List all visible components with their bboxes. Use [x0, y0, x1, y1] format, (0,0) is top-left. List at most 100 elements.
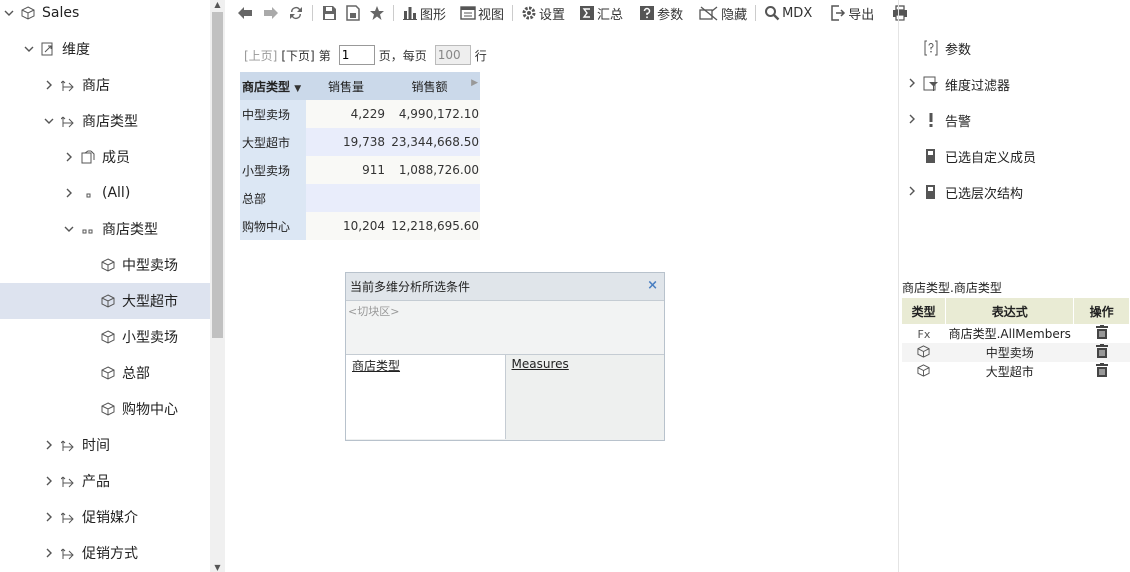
qty-cell: 19,738 — [306, 128, 386, 156]
tree-node-promo-type[interactable]: 促销方式 — [0, 535, 210, 571]
close-icon[interactable]: × — [647, 278, 658, 293]
chevron-right-icon[interactable] — [42, 474, 56, 488]
tree-node-members[interactable]: 成员 — [0, 139, 210, 175]
column-header: 操作 — [1073, 298, 1130, 324]
tree-node-store-type[interactable]: 商店类型 — [0, 103, 210, 139]
rows-axis-item[interactable]: 商店类型 — [352, 359, 400, 373]
panel-item-label: 告警 — [945, 114, 972, 130]
tree-node-store[interactable]: 商店 — [0, 67, 210, 103]
member-box-icon — [80, 149, 96, 165]
amount-cell: 1,088,726.00 — [386, 156, 480, 184]
panel-item-hierarchies[interactable]: 已选层次结构 — [900, 174, 1130, 210]
row-header-cell[interactable]: 商店类型 ▼ — [240, 72, 306, 100]
row-member-cell[interactable]: 小型卖场 — [240, 156, 306, 184]
settings-button[interactable]: 设置 — [517, 1, 569, 25]
panel-item-alert[interactable]: 告警 — [900, 102, 1130, 138]
tree-node-label: 促销方式 — [82, 546, 138, 562]
trash-icon[interactable] — [1095, 344, 1109, 358]
panel-item-dim-filter[interactable]: 维度过滤器 — [900, 66, 1130, 102]
chevron-right-icon[interactable] — [904, 113, 920, 127]
summary-button[interactable]: 汇总 — [575, 1, 627, 25]
next-page-link[interactable]: [下页] — [281, 47, 314, 64]
chevron-right-icon[interactable] — [42, 546, 56, 560]
chevron-right-icon[interactable] — [42, 510, 56, 524]
row-member-cell[interactable]: 购物中心 — [240, 212, 306, 240]
measure-header[interactable]: 销售量 — [306, 72, 386, 100]
view-button-label: 视图 — [478, 7, 505, 23]
refresh-button[interactable] — [284, 1, 308, 25]
hide-button[interactable]: 隐藏 — [695, 1, 751, 25]
chevron-down-icon[interactable] — [2, 6, 16, 20]
tree-node-product[interactable]: 产品 — [0, 463, 210, 499]
expression-cell: 商店类型.AllMembers — [948, 327, 1071, 341]
hierarchy-icon — [60, 113, 76, 129]
chevron-down-icon[interactable] — [22, 42, 36, 56]
tree-node-label: 购物中心 — [122, 402, 178, 418]
export-button[interactable]: 导出 — [826, 1, 878, 25]
tree-node-time[interactable]: 时间 — [0, 427, 210, 463]
row-member-cell[interactable]: 中型卖场 — [240, 100, 306, 128]
tree-node-label: 小型卖场 — [122, 330, 178, 346]
chevron-right-icon[interactable] — [904, 185, 920, 199]
row-member-cell[interactable]: 大型超市 — [240, 128, 306, 156]
tree-node-sales[interactable]: Sales — [0, 0, 210, 31]
columns-axis-item[interactable]: Measures — [512, 357, 569, 371]
dimension-tree: Sales 维度 商店 商店类型 成员 (All) 商店类型 中型卖场 大型超市… — [0, 0, 210, 572]
tree-node-label: Sales — [42, 5, 80, 21]
params-button[interactable]: 参数 — [635, 1, 687, 25]
scroll-up-icon[interactable]: ▲ — [213, 0, 222, 9]
scrollbar-thumb[interactable] — [212, 12, 223, 338]
hierarchy-icon — [60, 473, 76, 489]
hierarchy-icon — [60, 545, 76, 561]
chart-button[interactable]: 图形 — [398, 1, 450, 25]
chevron-down-icon[interactable] — [62, 222, 76, 236]
type-cell: Fx — [902, 324, 946, 343]
save-as-button[interactable] — [341, 1, 365, 25]
chevron-right-icon[interactable] — [42, 438, 56, 452]
tree-node-member[interactable]: 购物中心 — [0, 391, 210, 427]
qty-cell: 4,229 — [306, 100, 386, 128]
chevron-down-icon[interactable] — [42, 114, 56, 128]
view-button[interactable]: 视图 — [456, 1, 508, 25]
row-member-cell[interactable]: 总部 — [240, 184, 306, 212]
tree-node-member[interactable]: 中型卖场 — [0, 247, 210, 283]
tree-node-member[interactable]: 总部 — [0, 355, 210, 391]
tree-scrollbar[interactable]: ▲ ▼ — [210, 0, 225, 572]
trash-icon[interactable] — [1095, 325, 1109, 339]
measure-header-label: 销售量 — [327, 79, 364, 94]
panel-divider[interactable] — [898, 0, 899, 572]
rows-axis-zone[interactable]: 商店类型 — [346, 355, 506, 439]
trash-icon[interactable] — [1095, 363, 1109, 377]
chevron-right-icon[interactable] — [62, 150, 76, 164]
forward-button[interactable] — [258, 1, 284, 25]
dimension-icon — [40, 41, 56, 57]
tree-node-promo-media[interactable]: 促销媒介 — [0, 499, 210, 535]
save-button[interactable] — [317, 1, 341, 25]
page-size-input[interactable] — [434, 45, 471, 65]
columns-axis-zone[interactable]: Measures — [505, 355, 664, 439]
tree-node-member[interactable]: 小型卖场 — [0, 319, 210, 355]
tree-node-dimensions[interactable]: 维度 — [0, 31, 210, 67]
expression-cell: 中型卖场 — [945, 343, 1074, 362]
slicer-drop-zone[interactable]: <切块区> — [346, 301, 664, 355]
chevron-right-icon[interactable] — [42, 78, 56, 92]
measure-header[interactable]: 销售额 ▶ — [386, 72, 480, 100]
tree-node-all[interactable]: (All) — [0, 175, 210, 211]
scroll-down-icon[interactable]: ▼ — [213, 563, 222, 572]
panel-item-custom-members[interactable]: 已选自定义成员 — [900, 138, 1130, 174]
prev-page-link[interactable]: [上页] — [244, 47, 277, 64]
chevron-right-icon[interactable]: ▶ — [471, 78, 478, 88]
mdx-button[interactable]: MDX — [760, 1, 816, 25]
favorite-button[interactable] — [365, 1, 389, 25]
page-number-input[interactable] — [338, 45, 375, 65]
panel-item-params[interactable]: 参数 — [900, 30, 1130, 66]
column-header: 类型 — [902, 298, 947, 324]
star-icon — [370, 6, 384, 20]
back-button[interactable] — [232, 1, 258, 25]
chevron-right-icon[interactable] — [904, 77, 920, 91]
chevron-right-icon[interactable] — [62, 186, 76, 200]
sort-down-icon[interactable]: ▼ — [294, 84, 301, 94]
tree-node-level-store-type[interactable]: 商店类型 — [0, 211, 210, 247]
table-row: 大型超市 — [902, 362, 1130, 381]
tree-node-member-selected[interactable]: 大型超市 — [0, 283, 210, 319]
